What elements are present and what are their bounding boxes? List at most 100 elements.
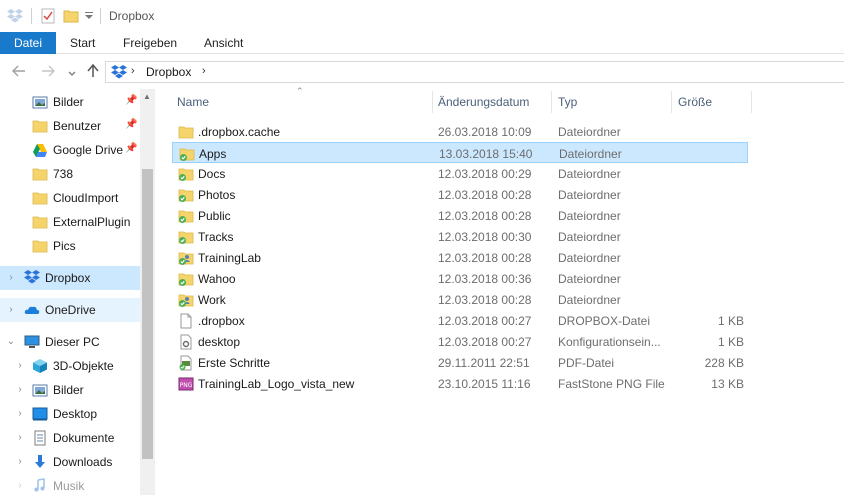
file-name: Work <box>198 293 226 307</box>
customize-toolbar-icon[interactable] <box>84 8 94 24</box>
breadcrumb-dropbox[interactable]: Dropbox <box>146 65 191 79</box>
table-row[interactable]: Wahoo 12.03.2018 00:36 Dateiordner <box>172 268 748 289</box>
table-row[interactable]: .dropbox.cache 26.03.2018 10:09 Dateiordne… <box>172 121 748 142</box>
breadcrumb-chevron-icon[interactable]: › <box>131 65 135 77</box>
sidebar-item-pics[interactable]: Pics <box>0 234 140 258</box>
sidebar-item-externalplugin[interactable]: ExternalPlugin <box>0 210 140 234</box>
sidebar-item-dieser-pc[interactable]: ⌄ Dieser PC <box>0 330 140 354</box>
sidebar-item-benutzer[interactable]: Benutzer 📌 <box>0 114 140 138</box>
tab-ansicht[interactable]: Ansicht <box>194 32 253 54</box>
file-name: Erste Schritte <box>198 356 271 370</box>
sidebar-item-bilder-pc[interactable]: › Bilder <box>0 378 140 402</box>
sidebar-item-musik[interactable]: › Musik <box>0 474 140 495</box>
file-name: Tracks <box>198 230 234 244</box>
pictures-icon <box>32 382 48 398</box>
sidebar-item-738[interactable]: 738 <box>0 162 140 186</box>
file-size: 13 KB <box>711 377 744 391</box>
file-type: FastStone PNG File <box>558 377 665 391</box>
column-header-date[interactable]: Änderungsdatum <box>432 89 552 116</box>
file-date: 13.03.2018 15:40 <box>439 147 533 161</box>
3d-objects-icon <box>32 358 48 374</box>
file-type: Dateiordner <box>559 147 622 161</box>
sidebar-item-cloudimport[interactable]: CloudImport <box>0 186 140 210</box>
pin-icon[interactable]: 📌 <box>125 95 137 106</box>
desktop-icon <box>32 406 48 422</box>
navigation-pane: Bilder 📌 Benutzer 📌 Google Drive 📌 738 C… <box>0 89 155 495</box>
sidebar-item-onedrive[interactable]: › OneDrive <box>0 298 140 322</box>
shared-folder-icon <box>178 292 194 308</box>
folder-icon <box>32 238 48 254</box>
breadcrumb-chevron-icon[interactable]: › <box>202 65 206 77</box>
settings-file-icon <box>178 334 194 350</box>
synced-folder-icon <box>178 166 194 182</box>
file-type: Konfigurationsein... <box>558 335 661 349</box>
sidebar-item-google-drive[interactable]: Google Drive 📌 <box>0 138 140 162</box>
table-row[interactable]: Photos 12.03.2018 00:28 Dateiordner <box>172 184 748 205</box>
table-row[interactable]: desktop 12.03.2018 00:27 Konfigurationsein… <box>172 331 748 352</box>
file-size: 1 KB <box>717 314 744 328</box>
table-row[interactable]: Tracks 12.03.2018 00:30 Dateiordner <box>172 226 748 247</box>
collapse-chevron-icon[interactable]: ⌄ <box>6 336 16 347</box>
sidebar-scrollbar[interactable]: ▲ <box>140 89 155 495</box>
sidebar-item-label: Dropbox <box>45 271 91 285</box>
column-header-size[interactable]: Größe <box>672 89 752 116</box>
column-header-type[interactable]: Typ <box>552 89 672 116</box>
file-type: Dateiordner <box>558 251 621 265</box>
table-row[interactable]: Public 12.03.2018 00:28 Dateiordner <box>172 205 748 226</box>
file-type: Dateiordner <box>558 293 621 307</box>
file-name: Apps <box>199 147 227 161</box>
sidebar-item-downloads[interactable]: › Downloads <box>0 450 140 474</box>
file-date: 12.03.2018 00:36 <box>438 272 532 286</box>
new-folder-icon[interactable] <box>63 8 79 24</box>
table-row[interactable]: PNG TrainingLab_Logo_vista_new 23.10.2015 … <box>172 373 748 394</box>
expand-chevron-icon[interactable]: › <box>15 480 25 491</box>
tab-start[interactable]: Start <box>60 32 105 54</box>
table-row[interactable]: Apps 13.03.2018 15:40 Dateiordner <box>172 142 748 163</box>
sidebar-item-label: Musik <box>53 479 85 493</box>
tab-datei[interactable]: Datei <box>0 32 56 54</box>
pin-icon[interactable]: 📌 <box>125 143 137 154</box>
table-row[interactable]: Erste Schritte 29.11.2011 22:51 PDF-Datei 2… <box>172 352 748 373</box>
sidebar-item-desktop[interactable]: › Desktop <box>0 402 140 426</box>
svg-text:PNG: PNG <box>180 382 193 389</box>
scroll-up-arrow-icon[interactable]: ▲ <box>143 92 151 101</box>
scrollbar-thumb[interactable] <box>142 169 153 459</box>
table-row[interactable]: TrainingLab 12.03.2018 00:28 Dateiordner <box>172 247 748 268</box>
up-arrow-icon[interactable] <box>85 63 101 80</box>
dropbox-icon <box>24 270 40 286</box>
sidebar-item-label: Google Drive <box>53 143 124 157</box>
file-date: 12.03.2018 00:28 <box>438 188 532 202</box>
file-name: Public <box>198 209 231 223</box>
file-type: Dateiordner <box>558 125 621 139</box>
expand-chevron-icon[interactable]: › <box>15 456 25 467</box>
sidebar-item-3d-objekte[interactable]: › 3D-Objekte <box>0 354 140 378</box>
sidebar-item-label: ExternalPlugin <box>53 215 131 229</box>
forward-arrow-icon[interactable] <box>40 64 56 80</box>
shared-folder-icon <box>178 250 194 266</box>
expand-chevron-icon[interactable]: › <box>15 360 25 371</box>
title-bar: Dropbox <box>0 0 844 32</box>
tab-freigeben[interactable]: Freigeben <box>113 32 187 54</box>
back-arrow-icon[interactable] <box>11 64 27 80</box>
expand-chevron-icon[interactable]: › <box>15 432 25 443</box>
file-type: PDF-Datei <box>558 356 615 370</box>
file-name: TrainingLab <box>198 251 261 265</box>
expand-chevron-icon[interactable]: › <box>6 272 16 283</box>
table-row[interactable]: Work 12.03.2018 00:28 Dateiordner <box>172 289 748 310</box>
table-row[interactable]: Docs 12.03.2018 00:29 Dateiordner <box>172 163 748 184</box>
recent-locations-chevron-icon[interactable] <box>64 64 80 80</box>
file-date: 12.03.2018 00:27 <box>438 335 532 349</box>
properties-icon[interactable] <box>40 8 56 24</box>
sidebar-item-bilder[interactable]: Bilder 📌 <box>0 90 140 114</box>
expand-chevron-icon[interactable]: › <box>15 408 25 419</box>
table-row[interactable]: .dropbox 12.03.2018 00:27 DROPBOX-Datei 1 K… <box>172 310 748 331</box>
expand-chevron-icon[interactable]: › <box>15 384 25 395</box>
window-title: Dropbox <box>109 9 155 23</box>
sidebar-item-dropbox[interactable]: › Dropbox <box>0 266 140 290</box>
address-bar[interactable]: › Dropbox › <box>105 61 844 83</box>
file-type: Dateiordner <box>558 167 621 181</box>
file-type: Dateiordner <box>558 230 621 244</box>
pin-icon[interactable]: 📌 <box>125 119 137 130</box>
sidebar-item-dokumente[interactable]: › Dokumente <box>0 426 140 450</box>
expand-chevron-icon[interactable]: › <box>6 304 16 315</box>
